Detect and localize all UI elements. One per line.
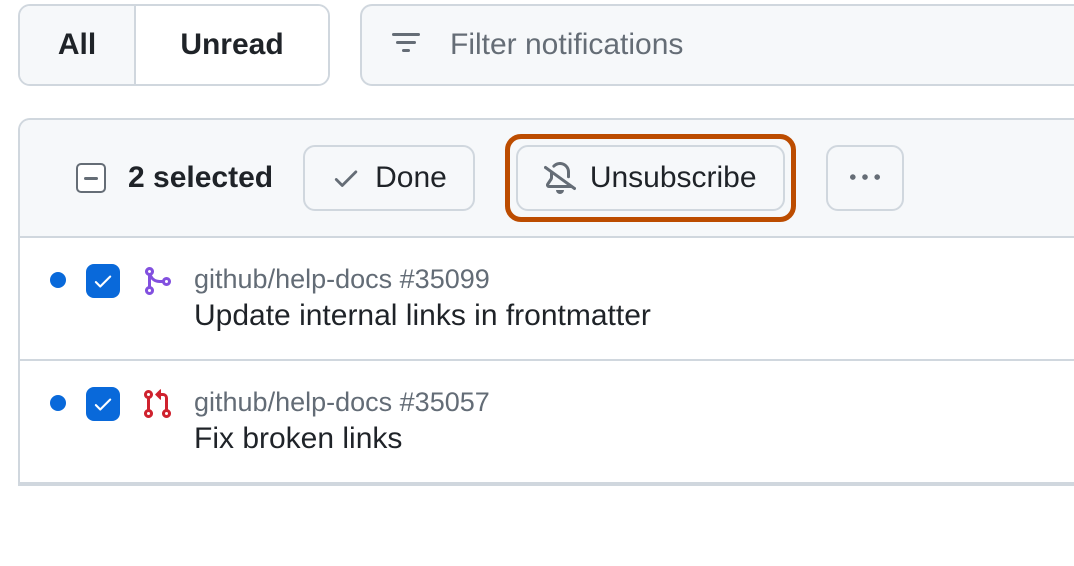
item-checkbox[interactable] [86, 264, 120, 298]
unread-dot [50, 272, 66, 288]
more-actions-button[interactable] [826, 145, 904, 211]
bell-slash-icon [544, 162, 576, 194]
kebab-icon [850, 163, 880, 193]
top-row: All Unread [18, 4, 1074, 86]
unread-dot [50, 395, 66, 411]
unsubscribe-button[interactable]: Unsubscribe [516, 145, 785, 211]
done-button[interactable]: Done [303, 145, 475, 211]
done-label: Done [375, 161, 447, 195]
git-pull-request-icon [140, 387, 174, 421]
notifications-page: All Unread 2 selected Done [0, 0, 1074, 566]
issue-number: #35057 [400, 387, 490, 417]
filter-wrap [360, 4, 1074, 86]
notification-title: Update internal links in frontmatter [194, 299, 651, 333]
tab-all[interactable]: All [20, 6, 136, 84]
filter-icon [390, 29, 422, 61]
issue-number: #35099 [400, 264, 490, 294]
item-checkbox[interactable] [86, 387, 120, 421]
select-all-checkbox[interactable] [76, 163, 106, 193]
selection-toolbar: 2 selected Done Unsubscribe [20, 120, 1074, 238]
select-all-wrap: 2 selected [76, 161, 273, 195]
notification-item[interactable]: github/help-docs #35057 Fix broken links [20, 361, 1074, 484]
item-body: github/help-docs #35099 Update internal … [194, 264, 651, 333]
filter-input[interactable] [448, 27, 1046, 63]
selected-count: 2 selected [128, 161, 273, 195]
check-icon [331, 163, 361, 193]
notifications-panel: 2 selected Done Unsubscribe [18, 118, 1074, 486]
unsubscribe-highlight: Unsubscribe [505, 134, 796, 222]
git-merge-icon [140, 264, 174, 298]
item-body: github/help-docs #35057 Fix broken links [194, 387, 490, 456]
repo-line: github/help-docs #35057 [194, 387, 490, 418]
notification-title: Fix broken links [194, 422, 490, 456]
repo-name: github/help-docs [194, 264, 392, 294]
repo-line: github/help-docs #35099 [194, 264, 651, 295]
view-tabs: All Unread [18, 4, 330, 86]
notification-item[interactable]: github/help-docs #35099 Update internal … [20, 238, 1074, 361]
tab-unread[interactable]: Unread [136, 6, 328, 84]
repo-name: github/help-docs [194, 387, 392, 417]
unsubscribe-label: Unsubscribe [590, 161, 757, 195]
